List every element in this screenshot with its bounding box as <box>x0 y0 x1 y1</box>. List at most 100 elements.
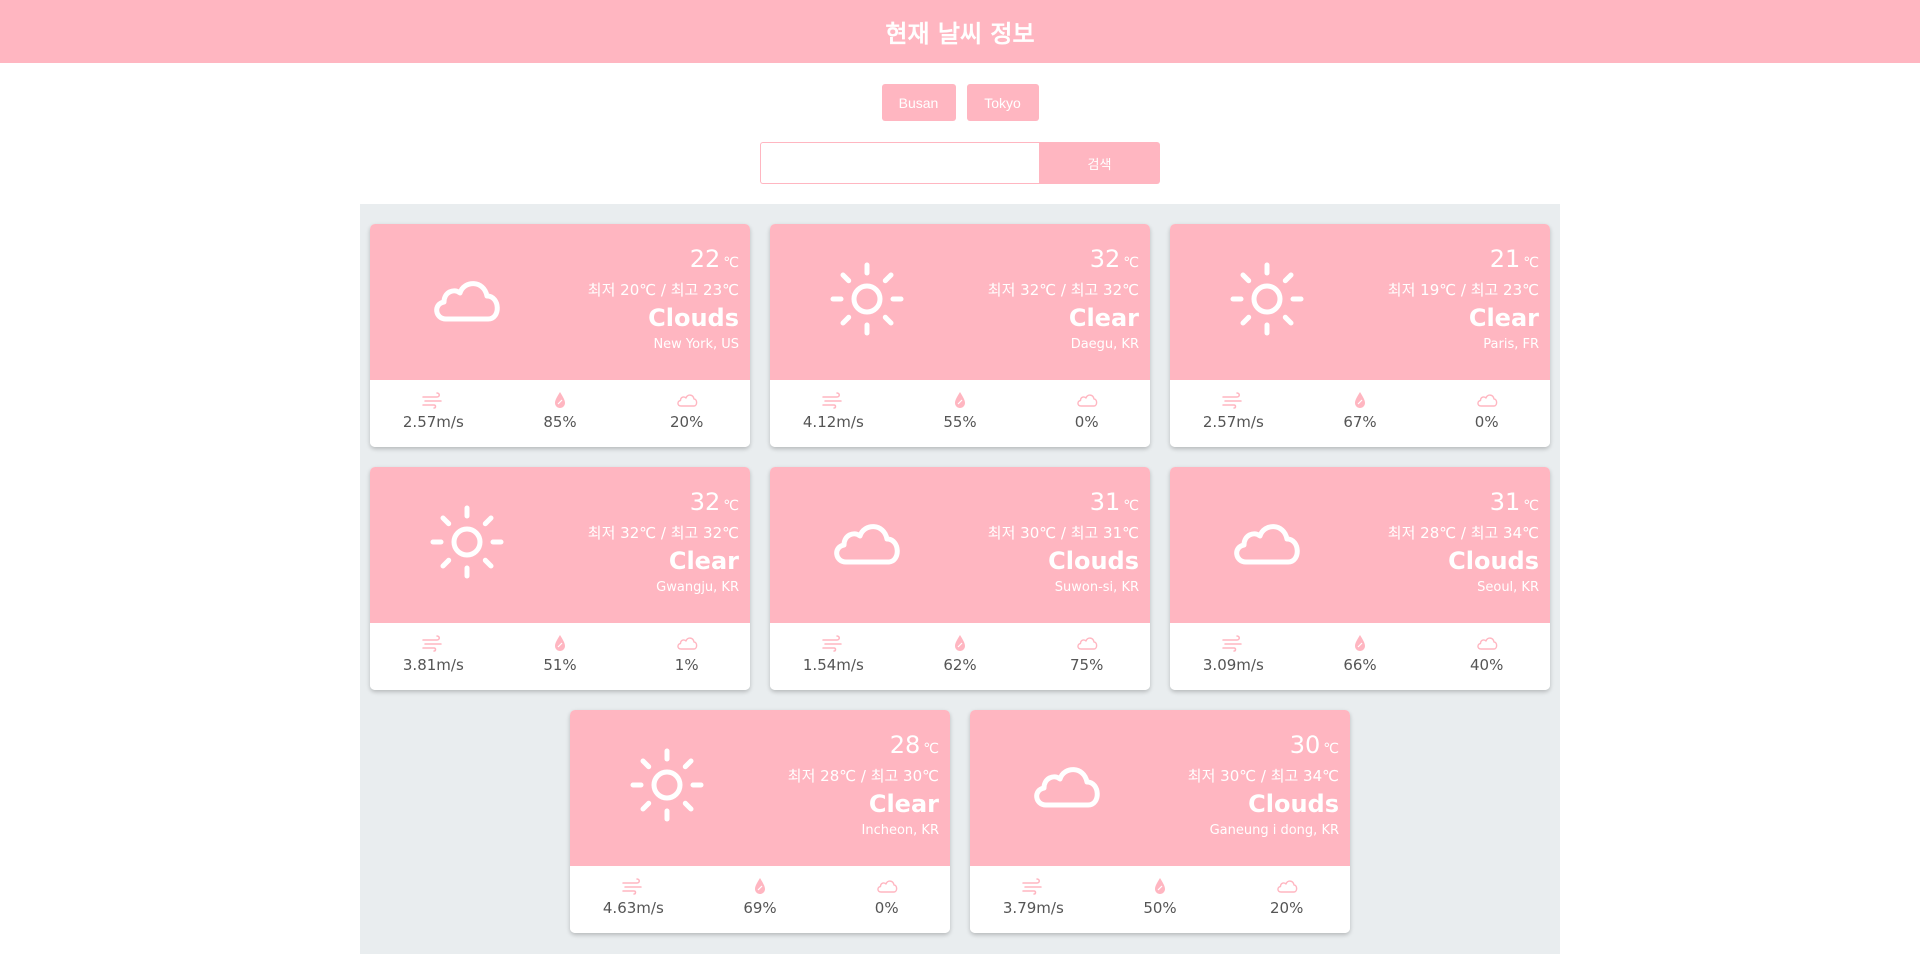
weather-card-grid: 22 ℃ 최저 20℃ / 최고 23℃ Clouds New York, US 2.57… <box>360 204 1560 954</box>
humidity-drop-icon <box>749 877 771 895</box>
current-temperature: 32 ℃ <box>588 487 739 521</box>
cloudiness-value: 20% <box>1270 899 1304 917</box>
weather-card-details: 3.09m/s 66% 40% <box>1170 623 1550 690</box>
humidity-stat: 66% <box>1297 623 1424 690</box>
cloud-icon <box>830 505 904 579</box>
weather-card-details: 3.81m/s 51% 1% <box>370 623 750 690</box>
temperature-block: 22 ℃ 최저 20℃ / 최고 23℃ Clouds New York, US <box>588 244 739 355</box>
page-title: 현재 날씨 정보 <box>885 20 1035 48</box>
location-name: New York, US <box>653 337 739 352</box>
humidity-value: 66% <box>1343 656 1377 674</box>
weather-description: Clear <box>868 790 939 818</box>
humidity-drop-icon <box>549 634 571 652</box>
wind-icon <box>422 634 444 652</box>
cloud-icon <box>1230 505 1304 579</box>
min-max-temperature: 최저 19℃ / 최고 23℃ <box>1387 281 1539 299</box>
weather-card: 28 ℃ 최저 28℃ / 최고 30℃ Clear Incheon, KR 4.63m/… <box>570 710 950 933</box>
wind-icon <box>822 634 844 652</box>
wind-stat: 3.79m/s <box>970 866 1097 933</box>
current-temperature: 31 ℃ <box>988 487 1139 521</box>
humidity-drop-icon <box>949 391 971 409</box>
weather-card-summary: 31 ℃ 최저 28℃ / 최고 34℃ Clouds Seoul, KR <box>1170 467 1550 623</box>
search-button[interactable]: 검색 <box>1039 142 1160 184</box>
cloud-small-icon <box>676 634 698 652</box>
cloud-small-icon <box>1076 634 1098 652</box>
wind-stat: 1.54m/s <box>770 623 897 690</box>
weather-card-summary: 30 ℃ 최저 30℃ / 최고 34℃ Clouds Ganeung i dong, … <box>970 710 1350 866</box>
search-input[interactable] <box>760 142 1039 184</box>
location-name: Gwangju, KR <box>656 580 739 595</box>
wind-icon <box>422 391 444 409</box>
humidity-drop-icon <box>1349 634 1371 652</box>
sun-icon <box>1230 262 1304 336</box>
cloudiness-value: 0% <box>1474 413 1499 431</box>
wind-speed-value: 3.81m/s <box>402 656 464 674</box>
location-name: Incheon, KR <box>861 823 939 838</box>
city-button-group: Busan Tokyo <box>0 84 1920 121</box>
weather-card-summary: 21 ℃ 최저 19℃ / 최고 23℃ Clear Paris, FR <box>1170 224 1550 380</box>
min-max-temperature: 최저 20℃ / 최고 23℃ <box>587 281 739 299</box>
cloud-small-icon <box>1076 391 1098 409</box>
current-temperature: 30 ℃ <box>1188 730 1339 764</box>
temperature-unit: ℃ <box>1523 498 1539 514</box>
cloudiness-stat: 0% <box>1423 380 1550 447</box>
min-max-temperature: 최저 32℃ / 최고 32℃ <box>987 281 1139 299</box>
location-name: Paris, FR <box>1483 337 1539 352</box>
wind-icon <box>1222 634 1244 652</box>
cloudiness-value: 40% <box>1470 656 1504 674</box>
location-name: Seoul, KR <box>1477 580 1539 595</box>
humidity-stat: 62% <box>897 623 1024 690</box>
sun-icon <box>430 505 504 579</box>
temperature-unit: ℃ <box>1323 741 1339 757</box>
wind-stat: 4.63m/s <box>570 866 697 933</box>
temperature-value: 21 <box>1489 245 1521 273</box>
weather-card-summary: 28 ℃ 최저 28℃ / 최고 30℃ Clear Incheon, KR <box>570 710 950 866</box>
cloudiness-value: 0% <box>1074 413 1099 431</box>
humidity-stat: 51% <box>497 623 624 690</box>
weather-card: 30 ℃ 최저 30℃ / 최고 34℃ Clouds Ganeung i dong, … <box>970 710 1350 933</box>
cloudiness-stat: 0% <box>823 866 950 933</box>
temperature-block: 31 ℃ 최저 28℃ / 최고 34℃ Clouds Seoul, KR <box>1388 487 1539 598</box>
wind-speed-value: 3.79m/s <box>1002 899 1064 917</box>
wind-icon <box>622 877 644 895</box>
weather-card-details: 3.79m/s 50% 20% <box>970 866 1350 933</box>
sun-icon <box>630 748 704 822</box>
weather-card: 22 ℃ 최저 20℃ / 최고 23℃ Clouds New York, US 2.57… <box>370 224 750 447</box>
humidity-value: 69% <box>743 899 777 917</box>
humidity-stat: 85% <box>497 380 624 447</box>
weather-description: Clouds <box>1248 790 1339 818</box>
cloud-small-icon <box>1476 634 1498 652</box>
weather-description: Clouds <box>648 304 739 332</box>
wind-icon <box>822 391 844 409</box>
weather-description: Clouds <box>1448 547 1539 575</box>
min-max-temperature: 최저 30℃ / 최고 34℃ <box>1187 767 1339 785</box>
min-max-temperature: 최저 28℃ / 최고 34℃ <box>1387 524 1539 542</box>
min-max-temperature: 최저 28℃ / 최고 30℃ <box>787 767 939 785</box>
temperature-unit: ℃ <box>1523 255 1539 271</box>
weather-description: Clear <box>668 547 739 575</box>
cloudiness-value: 20% <box>670 413 704 431</box>
temperature-unit: ℃ <box>1123 255 1139 271</box>
weather-card-details: 4.12m/s 55% 0% <box>770 380 1150 447</box>
search-bar: 검색 <box>760 142 1160 184</box>
sun-icon <box>830 262 904 336</box>
wind-speed-value: 2.57m/s <box>402 413 464 431</box>
wind-speed-value: 4.63m/s <box>602 899 664 917</box>
humidity-drop-icon <box>549 391 571 409</box>
temperature-value: 31 <box>1089 488 1121 516</box>
humidity-drop-icon <box>949 634 971 652</box>
weather-card: 32 ℃ 최저 32℃ / 최고 32℃ Clear Gwangju, KR 3.81m/… <box>370 467 750 690</box>
temperature-value: 30 <box>1289 731 1321 759</box>
cloudiness-value: 75% <box>1070 656 1104 674</box>
city-button-tokyo[interactable]: Tokyo <box>966 84 1039 121</box>
location-name: Ganeung i dong, KR <box>1209 823 1339 838</box>
cloudiness-stat: 40% <box>1423 623 1550 690</box>
wind-speed-value: 1.54m/s <box>802 656 864 674</box>
weather-card-details: 2.57m/s 85% 20% <box>370 380 750 447</box>
humidity-stat: 67% <box>1297 380 1424 447</box>
temperature-unit: ℃ <box>1123 498 1139 514</box>
temperature-block: 28 ℃ 최저 28℃ / 최고 30℃ Clear Incheon, KR <box>788 730 939 841</box>
city-button-busan[interactable]: Busan <box>881 84 956 121</box>
weather-description: Clear <box>1468 304 1539 332</box>
location-name: Daegu, KR <box>1070 337 1139 352</box>
